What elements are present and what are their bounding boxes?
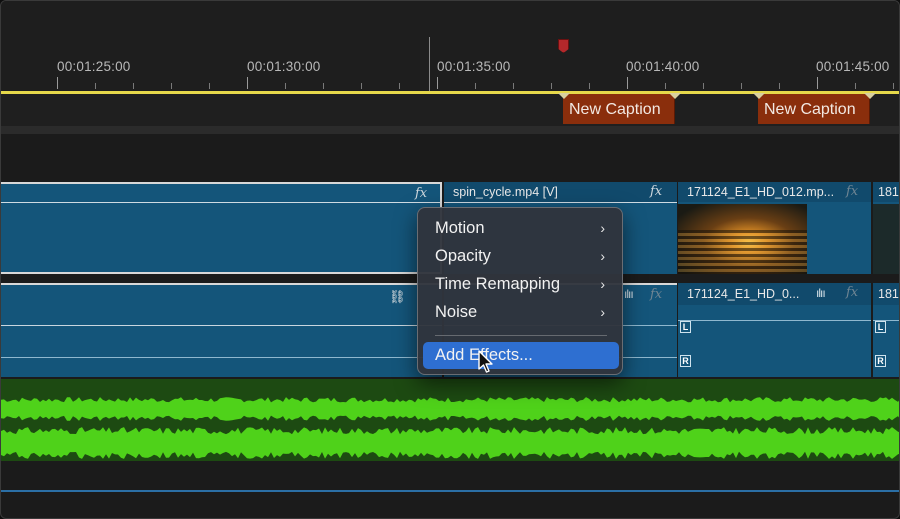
clip-thumbnail — [873, 204, 899, 274]
clip-header: 171124_E1_HD_012.mp... — [678, 182, 871, 202]
timecode-label: 00:01:45:00 — [816, 59, 890, 74]
clip-header: 171124_E1_HD_0... — [678, 283, 871, 305]
clip-line — [1, 325, 442, 326]
clip-header: 181 — [873, 283, 899, 305]
ruler-tick — [399, 83, 400, 89]
caption-label: New Caption — [569, 101, 661, 118]
video-clip-selected[interactable]: fx — [1, 182, 442, 274]
clip-header — [1, 184, 440, 204]
menu-item-noise[interactable]: Noise › — [423, 299, 619, 326]
ruler-tick — [855, 83, 856, 89]
clip-name: spin_cycle.mp4 [V] — [453, 185, 558, 199]
ruler-tick — [741, 83, 742, 89]
chevron-right-icon: › — [600, 276, 605, 292]
ruler-tick — [893, 83, 894, 89]
channel-right-label: R — [680, 355, 691, 367]
chevron-right-icon: › — [600, 304, 605, 320]
caption-track: New Caption New Caption — [1, 93, 899, 126]
clip-line — [1, 357, 442, 358]
playhead-line[interactable] — [429, 37, 430, 91]
audio-waveform — [1, 397, 899, 459]
clip-line — [444, 202, 677, 203]
audio-icon: ılıı — [816, 286, 826, 300]
timecode-label: 00:01:25:00 — [57, 59, 131, 74]
menu-item-label: Opacity — [435, 247, 491, 265]
clip-name: 171124_E1_HD_0... — [687, 287, 800, 301]
channel-left-label: L — [875, 321, 886, 333]
caption-clip[interactable]: New Caption — [563, 94, 675, 124]
marker-icon[interactable] — [558, 39, 569, 53]
timecode-label: 00:01:40:00 — [626, 59, 700, 74]
clip-line — [678, 320, 871, 321]
fx-badge[interactable]: fx — [846, 283, 858, 303]
ruler-tick — [437, 77, 438, 89]
ruler-tick — [627, 77, 628, 89]
caption-clip[interactable]: New Caption — [758, 94, 870, 124]
ruler-tick — [665, 83, 666, 89]
clip-name: 181 — [878, 185, 899, 199]
menu-item-motion[interactable]: Motion › — [423, 215, 619, 242]
clip-header: spin_cycle.mp4 [V] — [444, 182, 677, 202]
ruler-tick — [95, 83, 96, 89]
chevron-right-icon: › — [600, 248, 605, 264]
ruler-tick — [779, 83, 780, 89]
fx-badge[interactable]: fx — [846, 182, 858, 202]
waveform-channel — [1, 397, 899, 421]
menu-item-label: Time Remapping — [435, 275, 561, 293]
ruler-tick — [475, 83, 476, 89]
clip-line — [1, 202, 440, 203]
menu-item-time-remapping[interactable]: Time Remapping › — [423, 271, 619, 298]
ruler-tick — [703, 83, 704, 89]
channel-right-label: R — [875, 355, 886, 367]
video-clip[interactable]: 171124_E1_HD_0... ılıı fx L R — [678, 283, 871, 377]
menu-separator — [435, 335, 607, 336]
caption-in-marker — [753, 93, 765, 99]
caption-label: New Caption — [764, 101, 856, 118]
timecode-label: 00:01:35:00 — [437, 59, 511, 74]
video-clip[interactable]: 171124_E1_HD_012.mp... fx — [678, 182, 871, 274]
video-clip[interactable]: ⛓ — [1, 283, 442, 377]
video-clip[interactable]: 181 L R — [873, 283, 899, 377]
ruler-tick — [133, 83, 134, 89]
timecode-label: 00:01:30:00 — [247, 59, 321, 74]
time-ruler[interactable]: 00:01:25:00 00:01:30:00 00:01:35:00 00:0… — [1, 1, 899, 93]
video-clip[interactable]: 181 — [873, 182, 899, 274]
ruler-tick — [285, 83, 286, 89]
ruler-tick — [551, 83, 552, 89]
ruler-tick — [323, 83, 324, 89]
track-bottom-line — [1, 490, 899, 492]
ruler-tick — [247, 77, 248, 89]
ruler-tick — [57, 77, 58, 89]
timeline-panel: 00:01:25:00 00:01:30:00 00:01:35:00 00:0… — [0, 0, 900, 519]
context-menu: Motion › Opacity › Time Remapping › Nois… — [417, 207, 623, 375]
clip-header: 181 — [873, 182, 899, 202]
ruler-tick — [589, 83, 590, 89]
ruler-tick — [513, 83, 514, 89]
audio-icon: ılıı — [624, 287, 634, 301]
waveform-channel — [1, 427, 899, 459]
fx-badge[interactable]: fx — [650, 182, 662, 202]
ruler-tick — [171, 83, 172, 89]
channel-left-label: L — [680, 321, 691, 333]
clip-name: 181 — [878, 287, 899, 301]
track-divider — [1, 126, 899, 134]
fx-badge[interactable]: fx — [415, 184, 427, 204]
clip-name: 171124_E1_HD_012.mp... — [687, 185, 835, 199]
ruler-tick — [361, 83, 362, 89]
fx-badge[interactable]: fx — [650, 285, 662, 305]
chevron-right-icon: › — [600, 220, 605, 236]
menu-item-opacity[interactable]: Opacity › — [423, 243, 619, 270]
menu-item-add-effects[interactable]: Add Effects... — [423, 342, 619, 369]
mouse-cursor-icon — [478, 350, 493, 373]
clip-thumbnail — [678, 204, 807, 274]
link-icon: ⛓ — [389, 289, 406, 304]
caption-in-marker — [558, 93, 570, 99]
ruler-tick — [209, 83, 210, 89]
menu-item-label: Noise — [435, 303, 478, 321]
caption-out-marker — [864, 93, 876, 99]
caption-out-marker — [669, 93, 681, 99]
ruler-tick — [817, 77, 818, 89]
menu-item-label: Motion — [435, 219, 485, 237]
